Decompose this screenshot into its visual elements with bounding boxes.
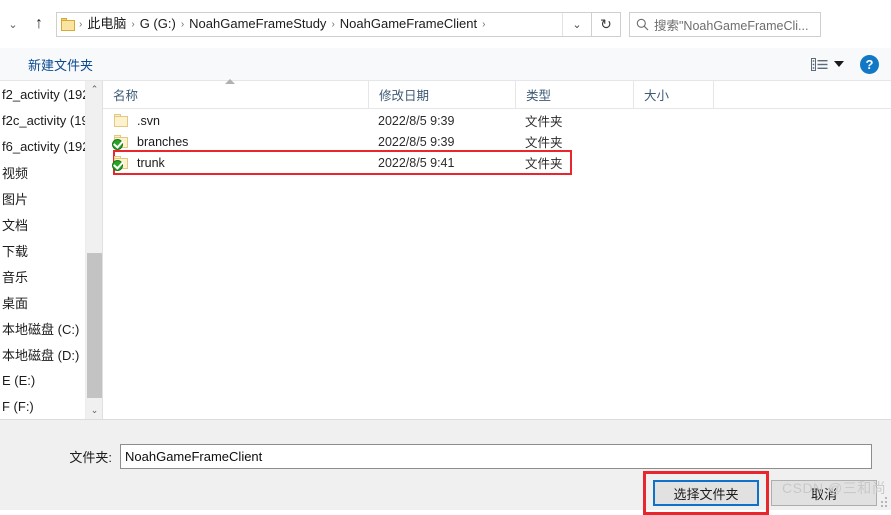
table-row[interactable]: .svn 2022/8/5 9:39 文件夹 (103, 110, 891, 131)
file-name-cell: branches (103, 131, 368, 152)
file-name-cell: .svn (103, 110, 368, 131)
folder-field-label: 文件夹: (69, 449, 112, 465)
sidebar-item-2[interactable]: f6_activity (192. (0, 133, 85, 159)
file-type-cell: 文件夹 (525, 136, 563, 150)
sidebar-item-11[interactable]: E (E:) (0, 367, 85, 393)
sort-ascending-icon (225, 79, 235, 84)
svn-synced-badge-icon (112, 159, 123, 171)
file-date-cell: 2022/8/5 9:39 (378, 134, 455, 149)
navigation-pane: f2_activity (192. f2c_activity (192 f6_a… (0, 81, 85, 419)
sidebar-item-12[interactable]: F (F:) (0, 393, 85, 419)
file-name-label: .svn (137, 113, 160, 128)
navigation-pane-scrollbar[interactable]: ⌃ ⌄ (85, 81, 103, 419)
search-icon (630, 18, 654, 31)
folder-name-input[interactable] (120, 443, 872, 469)
list-view-icon (811, 57, 828, 71)
dialog-footer: 文件夹: 选择文件夹 取消 (0, 419, 891, 515)
sidebar-item-4[interactable]: 图片 (0, 185, 85, 211)
sidebar-item-5[interactable]: 文档 (0, 211, 85, 237)
sidebar-item-8[interactable]: 桌面 (0, 289, 85, 315)
recent-locations-icon[interactable]: ⌄ (0, 7, 26, 41)
file-list-pane: 名称 修改日期 类型 大小 .svn 2022/8/5 9:39 文件夹 bra… (103, 79, 891, 419)
search-input[interactable]: 搜索"NoahGameFrameCli... (654, 15, 808, 34)
help-icon[interactable]: ? (860, 54, 879, 74)
sidebar-item-0[interactable]: f2_activity (192. (0, 81, 85, 107)
file-type-cell: 文件夹 (525, 157, 563, 171)
svn-synced-badge-icon (112, 138, 123, 150)
breadcrumb-item-0[interactable]: 此电脑 (83, 14, 130, 34)
column-header-name-label: 名称 (113, 89, 139, 103)
up-one-level-icon[interactable]: ↑ (26, 7, 52, 41)
sidebar-item-10[interactable]: 本地磁盘 (D:) (0, 341, 85, 367)
column-headers: 名称 修改日期 类型 大小 (103, 79, 891, 109)
breadcrumb-item-2[interactable]: NoahGameFrameStudy (185, 14, 330, 34)
scroll-down-icon[interactable]: ⌄ (86, 402, 103, 419)
breadcrumb-item-3[interactable]: NoahGameFrameClient (336, 14, 481, 34)
column-header-name[interactable]: 名称 (103, 79, 368, 108)
folder-field-row: 文件夹: (0, 443, 891, 469)
file-date-cell: 2022/8/5 9:41 (378, 155, 455, 170)
scrollbar-thumb[interactable] (87, 253, 102, 398)
column-header-size[interactable]: 大小 (633, 81, 713, 108)
file-date-cell: 2022/8/5 9:39 (378, 113, 455, 128)
address-bar: ⌄ ↑ › 此电脑 › G (G:) › NoahGameFrameStudy … (0, 0, 891, 48)
sidebar-item-1[interactable]: f2c_activity (192 (0, 107, 85, 133)
file-type-cell: 文件夹 (525, 115, 563, 129)
sidebar-item-7[interactable]: 音乐 (0, 263, 85, 289)
folder-icon (112, 155, 130, 171)
search-box[interactable]: 搜索"NoahGameFrameCli... (629, 11, 821, 37)
file-name-label: branches (137, 134, 189, 149)
file-name-cell: trunk (103, 152, 368, 173)
folder-icon (113, 113, 130, 128)
table-row[interactable]: trunk 2022/8/5 9:41 文件夹 (103, 150, 891, 175)
breadcrumb-dropdown-icon[interactable]: ⌄ (562, 12, 591, 36)
breadcrumb-item-1[interactable]: G (G:) (136, 14, 180, 34)
file-size-cell (633, 152, 713, 173)
column-header-filler (713, 81, 891, 108)
chevron-down-icon (834, 61, 844, 67)
file-rows: .svn 2022/8/5 9:39 文件夹 branches 2022/8/5… (103, 110, 891, 175)
refresh-icon[interactable]: ↻ (591, 11, 621, 37)
sidebar-item-9[interactable]: 本地磁盘 (C:) (0, 315, 85, 341)
command-bar-right: ? (811, 54, 891, 74)
breadcrumb[interactable]: › 此电脑 › G (G:) › NoahGameFrameStudy › No… (56, 11, 592, 37)
breadcrumb-list: › 此电脑 › G (G:) › NoahGameFrameStudy › No… (78, 14, 562, 34)
scroll-up-icon[interactable]: ⌃ (86, 81, 103, 98)
choose-button-wrapper: 选择文件夹 (643, 471, 769, 515)
folder-icon (112, 134, 130, 150)
watermark-text: CSDN @三和尚 (782, 480, 887, 496)
resize-grip[interactable] (878, 497, 888, 507)
file-size-cell (633, 131, 713, 152)
sidebar-item-6[interactable]: 下载 (0, 237, 85, 263)
breadcrumb-separator-4: › (482, 18, 486, 30)
folder-icon (61, 17, 76, 31)
column-header-date[interactable]: 修改日期 (368, 81, 515, 108)
command-bar: 新建文件夹 ? (0, 48, 891, 81)
file-name-label: trunk (137, 155, 165, 170)
content-area: f2_activity (192. f2c_activity (192 f6_a… (0, 79, 891, 419)
choose-folder-button[interactable]: 选择文件夹 (653, 480, 759, 506)
sidebar-item-3[interactable]: 视频 (0, 159, 85, 185)
table-row[interactable]: branches 2022/8/5 9:39 文件夹 (103, 131, 891, 152)
new-folder-button[interactable]: 新建文件夹 (28, 55, 93, 74)
folder-picker-dialog: ⌄ ↑ › 此电脑 › G (G:) › NoahGameFrameStudy … (0, 0, 891, 515)
change-view-button[interactable] (811, 57, 844, 71)
column-header-type[interactable]: 类型 (515, 81, 633, 108)
file-size-cell (633, 110, 713, 131)
